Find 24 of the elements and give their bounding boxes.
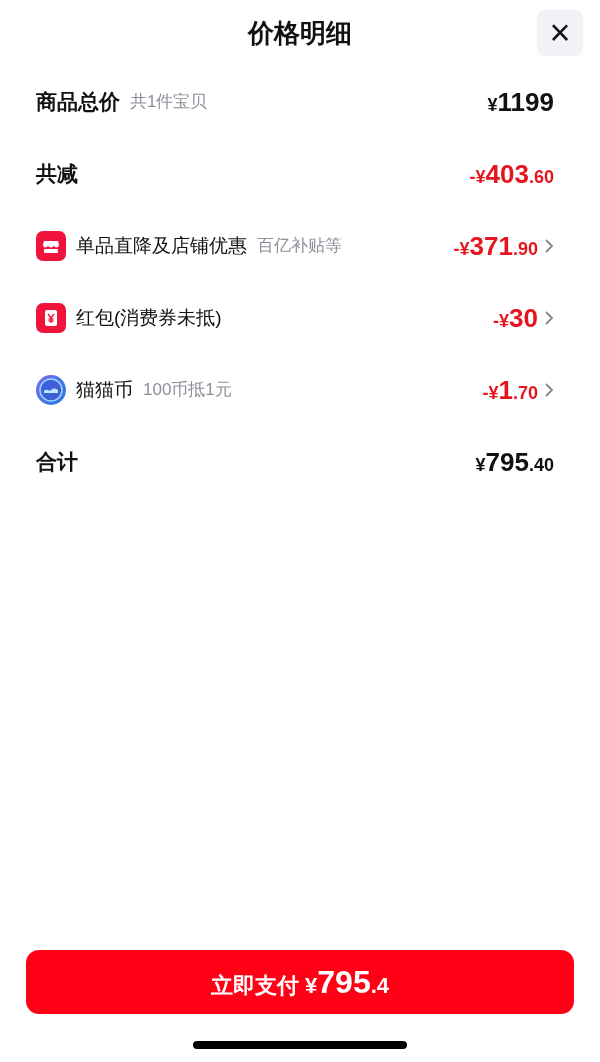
store-icon [36,231,66,261]
voucher-icon [36,303,66,333]
row-note: 100币抵1元 [143,379,232,402]
row-label: 合计 [36,449,78,476]
row-note: 百亿补贴等 [257,235,342,258]
sheet-title: 价格明细 [248,16,352,50]
amount-text: -¥371.90 [453,229,538,263]
amount-text: -¥30 [493,301,538,335]
chevron-icon[interactable] [544,238,554,254]
row-label: 猫猫币 [76,377,133,402]
chevron-icon[interactable] [544,310,554,326]
close-button[interactable]: × [537,10,583,56]
amount-text: ¥1199 [487,85,554,119]
row-label: 商品总价 [36,89,120,116]
row-label: 单品直降及店铺优惠 [76,233,247,258]
row-note: 共1件宝贝 [130,91,208,114]
amount-text: ¥795.40 [475,445,554,479]
chevron-icon[interactable] [544,382,554,398]
amount-text: -¥1.70 [482,373,538,407]
amount-text: -¥403.60 [469,157,554,191]
row-label: 共减 [36,161,78,188]
coin-icon [36,375,66,405]
pay-button[interactable]: 立即支付 ¥795.4 [26,950,574,1014]
row-label: 红包(消费券未抵) [76,305,222,330]
